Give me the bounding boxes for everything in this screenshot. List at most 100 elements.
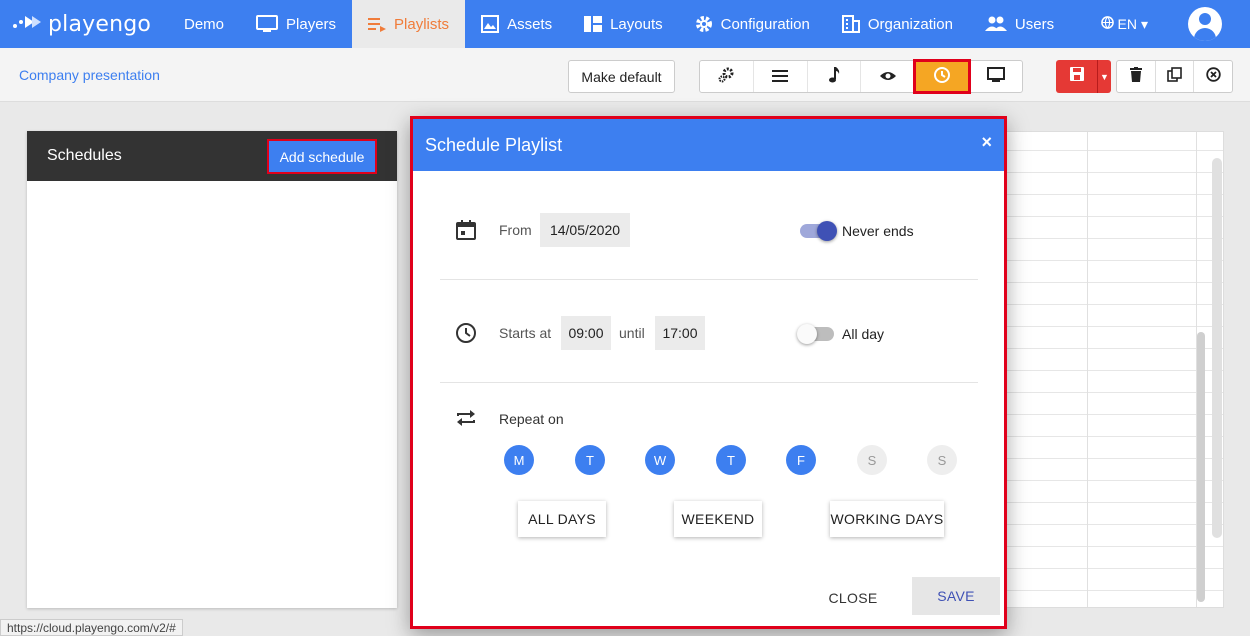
logo[interactable]: playengo (0, 12, 168, 37)
nav-assets[interactable]: Assets (465, 0, 568, 48)
never-ends-label: Never ends (842, 223, 914, 239)
duplicate-button[interactable] (1156, 61, 1195, 92)
nav-organization[interactable]: Organization (826, 0, 969, 48)
close-button[interactable]: CLOSE (813, 580, 893, 616)
users-icon (984, 16, 1007, 32)
floppy-icon (1069, 67, 1084, 86)
step-preview[interactable] (861, 61, 916, 92)
toggle-knob (797, 324, 817, 344)
step-content[interactable] (754, 61, 808, 92)
nav-users[interactable]: Users (969, 0, 1070, 48)
monitor-icon (256, 15, 279, 33)
all-day-toggle[interactable] (797, 324, 834, 344)
save-dropdown-caret[interactable]: ▼ (1098, 72, 1111, 82)
day-saturday[interactable]: S (857, 445, 887, 475)
nav-demo[interactable]: Demo (168, 0, 240, 48)
caret-down-icon: ▾ (1140, 15, 1148, 32)
image-icon (481, 15, 500, 33)
playlist-toolbar: Company presentation Make default ▼ (0, 48, 1250, 102)
language-selector[interactable]: EN ▾ (1100, 15, 1148, 33)
make-default-button[interactable]: Make default (568, 60, 675, 93)
nav-playlists[interactable]: Playlists (352, 0, 466, 48)
divider (440, 382, 978, 383)
nav-players[interactable]: Players (240, 0, 352, 48)
clock-icon (455, 322, 477, 349)
monitor-icon (986, 67, 1005, 86)
toggle-knob (817, 221, 837, 241)
status-url: https://cloud.playengo.com/v2/# (0, 619, 183, 636)
save-button-group[interactable]: ▼ (1056, 60, 1111, 93)
end-time-field[interactable]: 17:00 (655, 316, 705, 350)
schedules-panel: Schedules Add schedule (27, 131, 397, 608)
close-circle-icon (1205, 66, 1221, 87)
day-tuesday[interactable]: T (575, 445, 605, 475)
nav-assets-label: Assets (507, 15, 553, 33)
dialog-title: Schedule Playlist (425, 134, 563, 155)
all-days-button[interactable]: ALL DAYS (518, 501, 606, 537)
dialog-header: Schedule Playlist × (413, 119, 1004, 171)
language-label: EN (1117, 16, 1137, 32)
playlist-icon (368, 16, 387, 32)
day-wednesday[interactable]: W (645, 445, 675, 475)
repeat-icon (455, 407, 477, 434)
logo-icon (12, 13, 42, 35)
weekend-button[interactable]: WEEKEND (674, 501, 762, 537)
calendar-icon (455, 219, 477, 246)
globe-icon (1100, 16, 1114, 32)
from-date-field[interactable]: 14/05/2020 (540, 213, 630, 247)
nav-playlists-label: Playlists (394, 15, 450, 33)
nav-demo-label: Demo (184, 15, 225, 33)
nav-configuration[interactable]: Configuration (679, 0, 826, 48)
music-note-icon (828, 67, 840, 86)
step-music[interactable] (808, 61, 862, 92)
schedule-playlist-dialog: Schedule Playlist × From 14/05/2020 Neve… (410, 116, 1007, 629)
nav-users-label: Users (1014, 15, 1055, 33)
save-button[interactable] (1056, 60, 1098, 93)
close-playlist-button[interactable] (1194, 61, 1232, 92)
start-time-field[interactable]: 09:00 (561, 316, 611, 350)
top-nav: playengo Demo Players Playlists Assets L… (0, 0, 1250, 48)
building-icon (841, 15, 860, 33)
add-schedule-button[interactable]: Add schedule (267, 139, 377, 174)
all-day-label: All day (842, 326, 885, 342)
save-schedule-button[interactable]: SAVE (912, 577, 1000, 615)
working-days-button[interactable]: WORKING DAYS (830, 501, 944, 537)
playlist-actions (1116, 60, 1233, 93)
playlist-steps (699, 59, 1023, 94)
day-sunday[interactable]: S (927, 445, 957, 475)
playlist-title[interactable]: Company presentation (19, 67, 160, 83)
clock-icon (933, 66, 951, 87)
nav-organization-label: Organization (867, 15, 953, 33)
day-friday[interactable]: F (786, 445, 816, 475)
trash-icon (1129, 66, 1142, 87)
list-icon (772, 69, 789, 85)
layout-icon (584, 16, 603, 32)
calendar-scrollbar-track[interactable] (1212, 158, 1222, 538)
close-icon[interactable]: × (981, 132, 992, 153)
calendar-scrollbar[interactable] (1197, 332, 1205, 602)
day-monday[interactable]: M (504, 445, 534, 475)
schedules-header: Schedules Add schedule (27, 131, 397, 181)
eye-icon (879, 69, 896, 85)
nav-layouts[interactable]: Layouts (568, 0, 679, 48)
from-label: From (499, 222, 532, 238)
step-players[interactable] (969, 61, 1022, 92)
nav-players-label: Players (286, 15, 337, 33)
step-settings[interactable] (700, 61, 754, 92)
user-avatar[interactable] (1188, 7, 1222, 41)
delete-button[interactable] (1117, 61, 1156, 92)
nav-configuration-label: Configuration (720, 15, 810, 33)
copy-icon (1167, 66, 1182, 87)
gears-icon (717, 67, 735, 86)
day-thursday[interactable]: T (716, 445, 746, 475)
never-ends-toggle[interactable] (800, 221, 837, 241)
divider (440, 279, 978, 280)
schedules-title: Schedules (47, 147, 122, 164)
starts-at-label: Starts at (499, 325, 552, 341)
step-schedule[interactable] (913, 59, 972, 94)
gear-icon (695, 15, 713, 33)
repeat-on-label: Repeat on (499, 411, 564, 427)
until-label: until (619, 325, 645, 341)
nav-layouts-label: Layouts (610, 15, 663, 33)
calendar-grid-column (1087, 132, 1088, 607)
